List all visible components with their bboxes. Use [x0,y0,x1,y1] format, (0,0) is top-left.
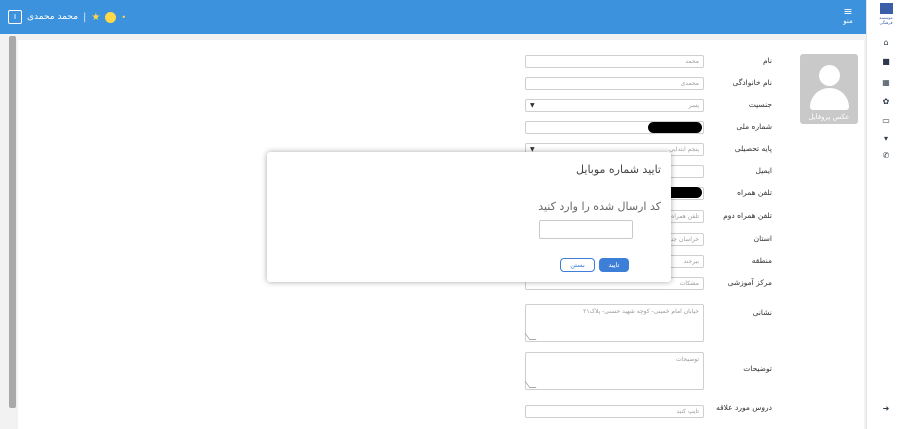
cart-icon[interactable]: ▾ [881,134,891,144]
close-button[interactable]: بستن [560,258,595,272]
email-label: ایمیل [755,166,772,175]
notes-placeholder: توضیحات [675,356,699,363]
phone-icon[interactable]: ✆ [881,151,891,161]
star-icon[interactable]: ★ [91,12,100,23]
first-name-field[interactable]: محمد [525,55,704,68]
province-label: استان [753,234,772,243]
coin-dropdown-icon[interactable]: • [121,13,126,22]
logout-icon[interactable]: ➜ [881,404,891,414]
national-id-label: شماره ملی [736,122,772,131]
dialog-title: تایید شماره موبایل [576,163,661,176]
side-rail: موسسه فرهنگی ⌂ ■ ▦ ✿ ▭ ▾ ✆ ➜ [866,0,901,429]
top-bar: ı محمد محمدی | ★ • ≡ منو [0,0,866,34]
mobile2-label: تلفن همراه دوم [723,211,772,220]
verification-code-input[interactable] [539,220,633,239]
gender-select[interactable]: ▼ پسر [525,99,704,112]
avatar-body-icon [810,88,849,110]
region-label: منطقه [751,256,772,265]
address-value: خیابان امام خمینی- کوچه شهید حسنی- پلاک۲… [583,308,699,315]
separator: | [83,11,87,23]
user-area: ı محمد محمدی | ★ • [8,8,126,26]
center-label: مرکز آموزشی [727,278,772,287]
hamburger-icon: ≡ [843,5,853,18]
menu-button[interactable]: ≡ منو [836,6,860,30]
mobile-label: تلفن همراه [737,188,772,197]
book-icon[interactable]: ■ [881,57,891,67]
resize-grip-icon[interactable] [524,333,537,340]
logo[interactable]: موسسه فرهنگی [876,3,896,33]
confirm-button[interactable]: تایید [599,258,629,272]
chevron-down-icon: ▼ [530,102,535,109]
avatar[interactable]: عکس پروفایل [800,54,858,124]
logo-text: موسسه فرهنگی [879,15,893,25]
first-name-label: نام [762,56,772,65]
scrollbar[interactable] [9,36,16,408]
last-name-field[interactable]: محمدی [525,77,704,90]
grade-value: پنجم ابتدایی [669,146,699,153]
calendar-icon[interactable]: ▦ [881,78,891,88]
user-name[interactable]: محمد محمدی [27,12,78,22]
home-icon[interactable]: ⌂ [881,38,891,48]
grade-label: پایه تحصیلی [734,144,772,153]
avatar-head-icon [819,65,840,86]
interests-label: دروس مورد علاقه [716,403,772,412]
gender-label: جنسیت [748,100,772,109]
redacted-national-id [648,122,702,133]
account-box-icon[interactable]: ı [8,10,22,24]
resize-grip-icon[interactable] [524,381,537,388]
last-name-label: نام خانوادگی [732,78,772,87]
notes-textarea[interactable]: توضیحات [524,352,704,390]
notes-label: توضیحات [743,364,772,373]
mobile-verification-dialog: تایید شماره موبایل کد ارسال شده را وارد … [267,152,671,282]
avatar-caption: عکس پروفایل [808,113,850,121]
gender-value: پسر [688,102,699,109]
interests-field[interactable]: تایپ کنید [525,405,704,418]
gift-icon[interactable]: ✿ [881,97,891,107]
address-textarea[interactable]: خیابان امام خمینی- کوچه شهید حسنی- پلاک۲… [524,304,704,342]
credit-card-icon[interactable]: ▭ [881,116,891,126]
coin-icon[interactable] [105,11,117,23]
dialog-subtitle: کد ارسال شده را وارد کنید [538,200,661,213]
address-label: نشانی [752,308,772,317]
menu-label: منو [843,17,853,25]
